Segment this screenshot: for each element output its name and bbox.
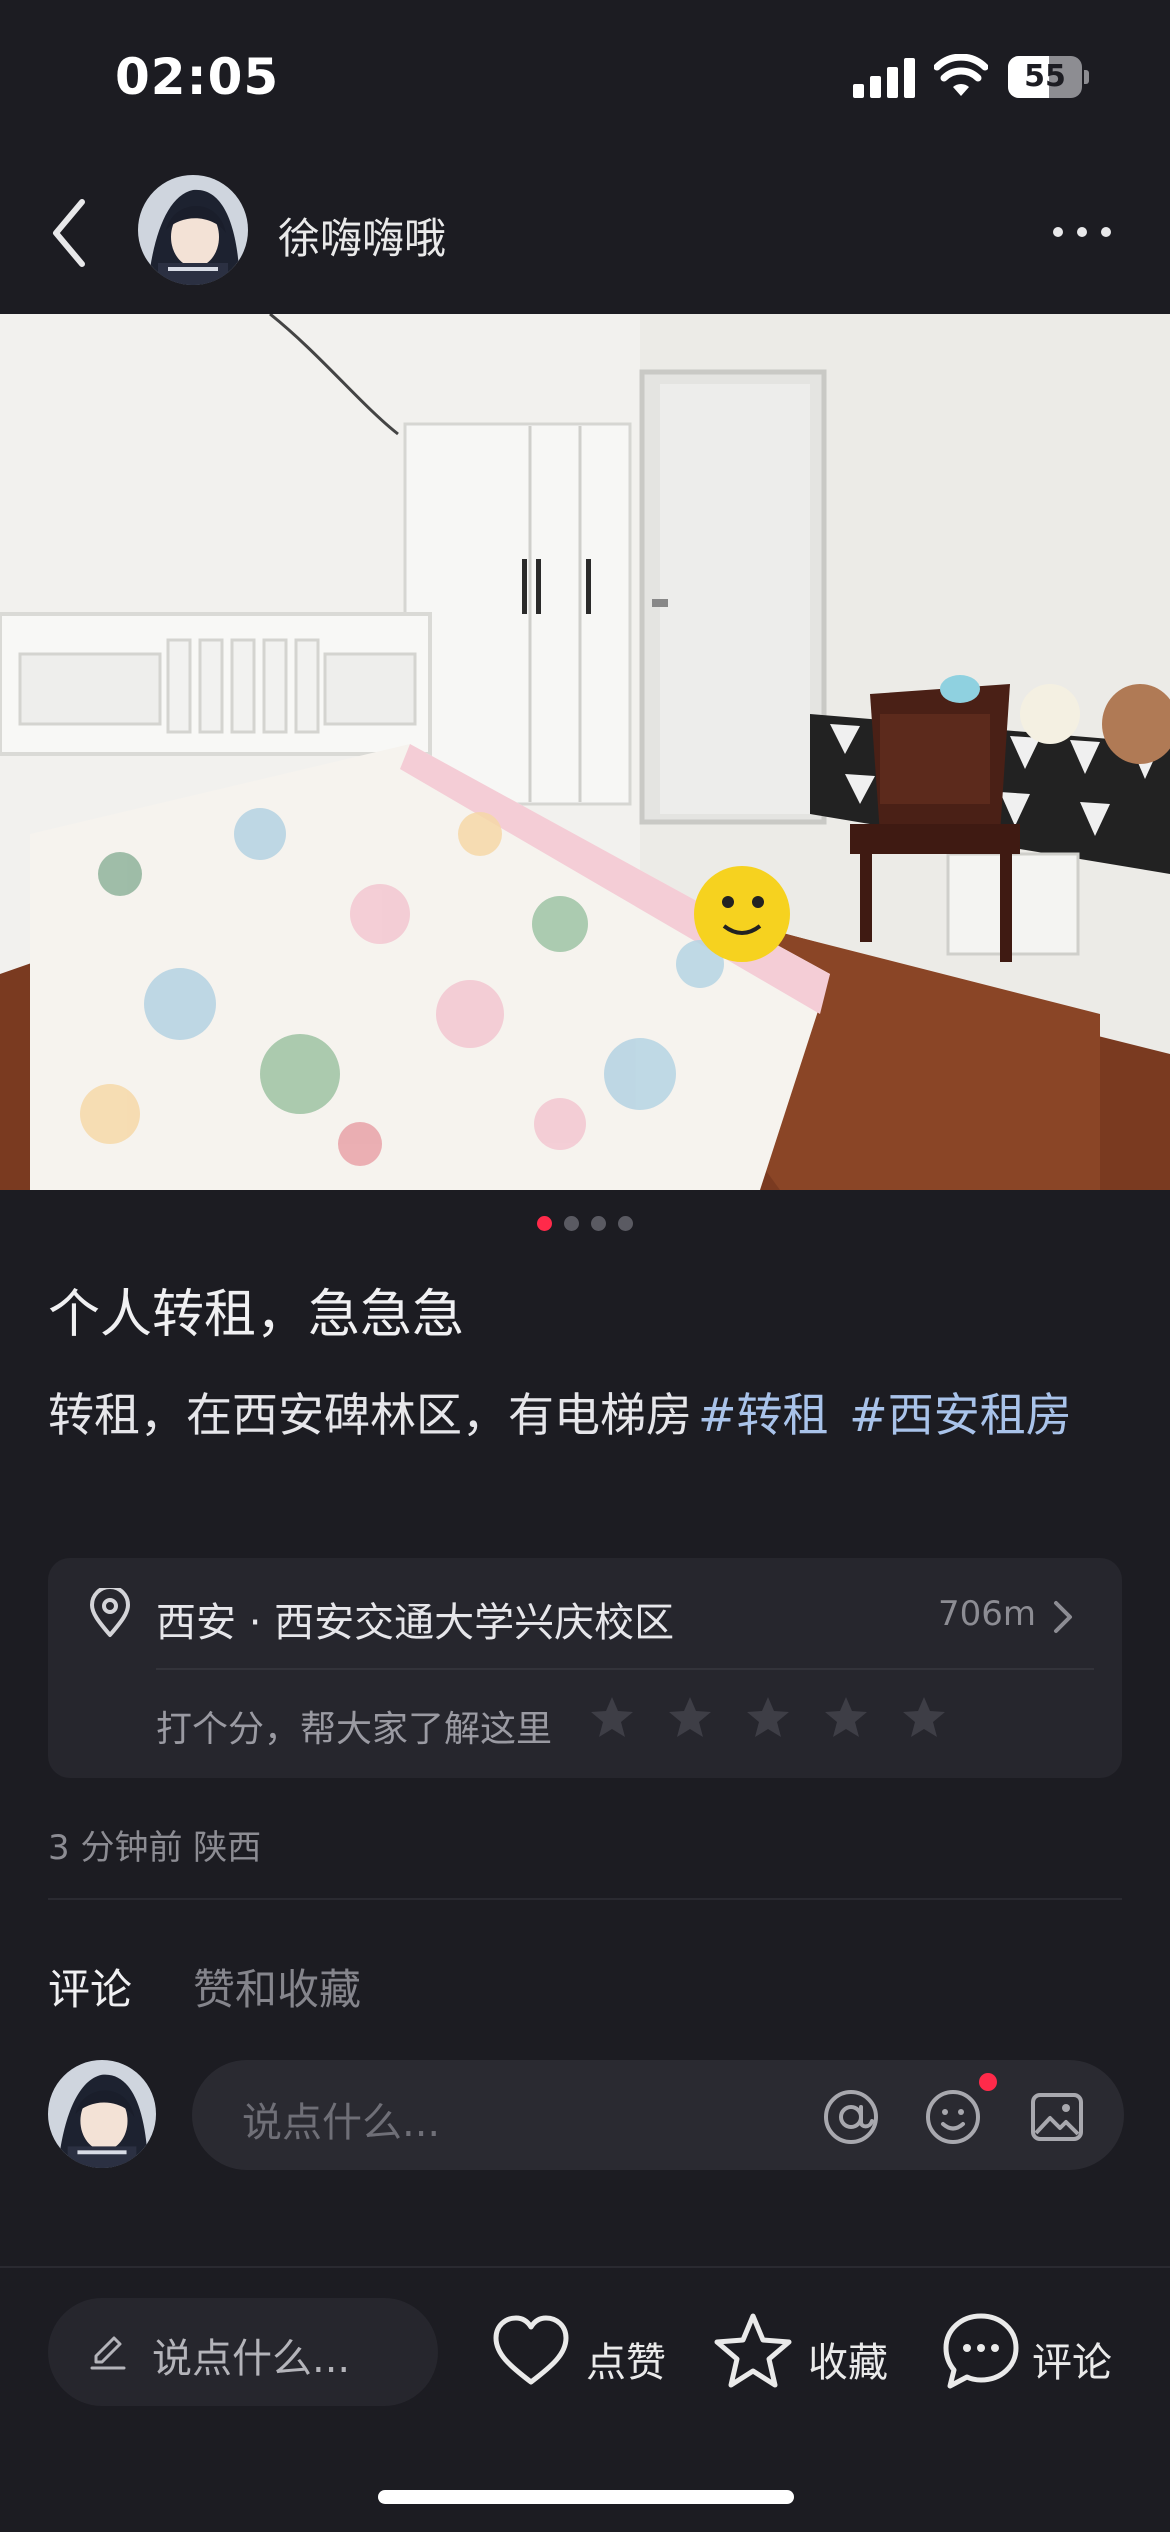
- battery-cap: [1084, 70, 1089, 84]
- bottom-input-label: 说点什么...: [152, 2336, 351, 2382]
- favorite-button[interactable]: 收藏: [712, 2310, 902, 2396]
- anime-avatar-image: [138, 175, 248, 285]
- anime-avatar-image: [48, 2060, 156, 2168]
- comment-placeholder: 说点什么...: [242, 2100, 441, 2146]
- divider: [0, 2266, 1170, 2268]
- star-icon[interactable]: [744, 1694, 792, 1742]
- pager-dot: [537, 1216, 552, 1231]
- tag-link[interactable]: #转租: [698, 1388, 829, 1442]
- wifi-icon: [934, 54, 988, 96]
- location-card[interactable]: 西安 · 西安交通大学兴庆校区 706m 打个分，帮大家了解这里: [48, 1558, 1122, 1778]
- at-mention-icon[interactable]: [822, 2088, 880, 2146]
- post-meta: 3 分钟前 陕西: [48, 1828, 262, 1868]
- comment-label: 评论: [1032, 2340, 1112, 2386]
- pager-dot: [591, 1216, 606, 1231]
- signal-icon: [853, 58, 915, 98]
- comment-bubble-icon: [943, 2313, 1019, 2389]
- comment-input[interactable]: 说点什么...: [192, 2060, 1124, 2170]
- like-button[interactable]: 点赞: [490, 2310, 670, 2396]
- bedroom-photo: [0, 314, 1170, 1190]
- rating-prompt: 打个分，帮大家了解这里: [156, 1709, 553, 1750]
- home-indicator[interactable]: [378, 2490, 794, 2504]
- like-label: 点赞: [586, 2340, 666, 2386]
- comment-button[interactable]: 评论: [940, 2310, 1120, 2396]
- bottom-comment-input[interactable]: 说点什么...: [48, 2298, 438, 2406]
- status-bar: 02:05 55: [0, 0, 1170, 150]
- notification-dot: [979, 2073, 997, 2091]
- rating-stars[interactable]: [588, 1694, 948, 1742]
- favorite-label: 收藏: [808, 2340, 888, 2386]
- back-icon[interactable]: [50, 198, 90, 268]
- author-avatar[interactable]: [138, 175, 248, 285]
- post-photo[interactable]: [0, 314, 1170, 1190]
- star-outline-icon: [714, 2313, 792, 2388]
- post-header: 徐嗨嗨哦: [0, 160, 1170, 310]
- status-time: 02:05: [115, 48, 280, 106]
- tab-comments[interactable]: 评论: [48, 1956, 132, 2017]
- photo-pager: [0, 1216, 1170, 1236]
- pager-dot: [564, 1216, 579, 1231]
- battery-icon: 55: [1008, 56, 1089, 98]
- battery-body: 55: [1008, 56, 1082, 98]
- more-icon[interactable]: [1050, 220, 1114, 244]
- star-icon[interactable]: [588, 1694, 636, 1742]
- tag-link[interactable]: #西安租房: [849, 1388, 1072, 1442]
- image-icon[interactable]: [1028, 2088, 1086, 2146]
- post-title: 个人转租，急急急: [48, 1285, 465, 1345]
- emoji-icon[interactable]: [924, 2088, 982, 2146]
- divider: [48, 1898, 1122, 1900]
- star-icon[interactable]: [666, 1694, 714, 1742]
- divider: [156, 1668, 1094, 1670]
- star-icon[interactable]: [900, 1694, 948, 1742]
- post-body: 转租，在西安碑林区，有电梯房 #转租 #西安租房: [48, 1372, 1128, 1458]
- chevron-right-icon: [1054, 1601, 1072, 1633]
- tab-likes-and-favorites[interactable]: 赞和收藏: [193, 1956, 361, 2017]
- post-body-text: 转租，在西安碑林区，有电梯房: [48, 1388, 692, 1442]
- pager-dot: [618, 1216, 633, 1231]
- star-icon[interactable]: [822, 1694, 870, 1742]
- heart-icon: [493, 2315, 569, 2385]
- location-name: 西安 · 西安交通大学兴庆校区: [156, 1600, 675, 1646]
- my-avatar: [48, 2060, 156, 2168]
- location-pin-icon: [90, 1588, 130, 1637]
- location-distance: 706m: [938, 1594, 1037, 1634]
- pencil-icon: [90, 2336, 126, 2370]
- author-name[interactable]: 徐嗨嗨哦: [278, 205, 446, 266]
- battery-level: 55: [1024, 59, 1066, 94]
